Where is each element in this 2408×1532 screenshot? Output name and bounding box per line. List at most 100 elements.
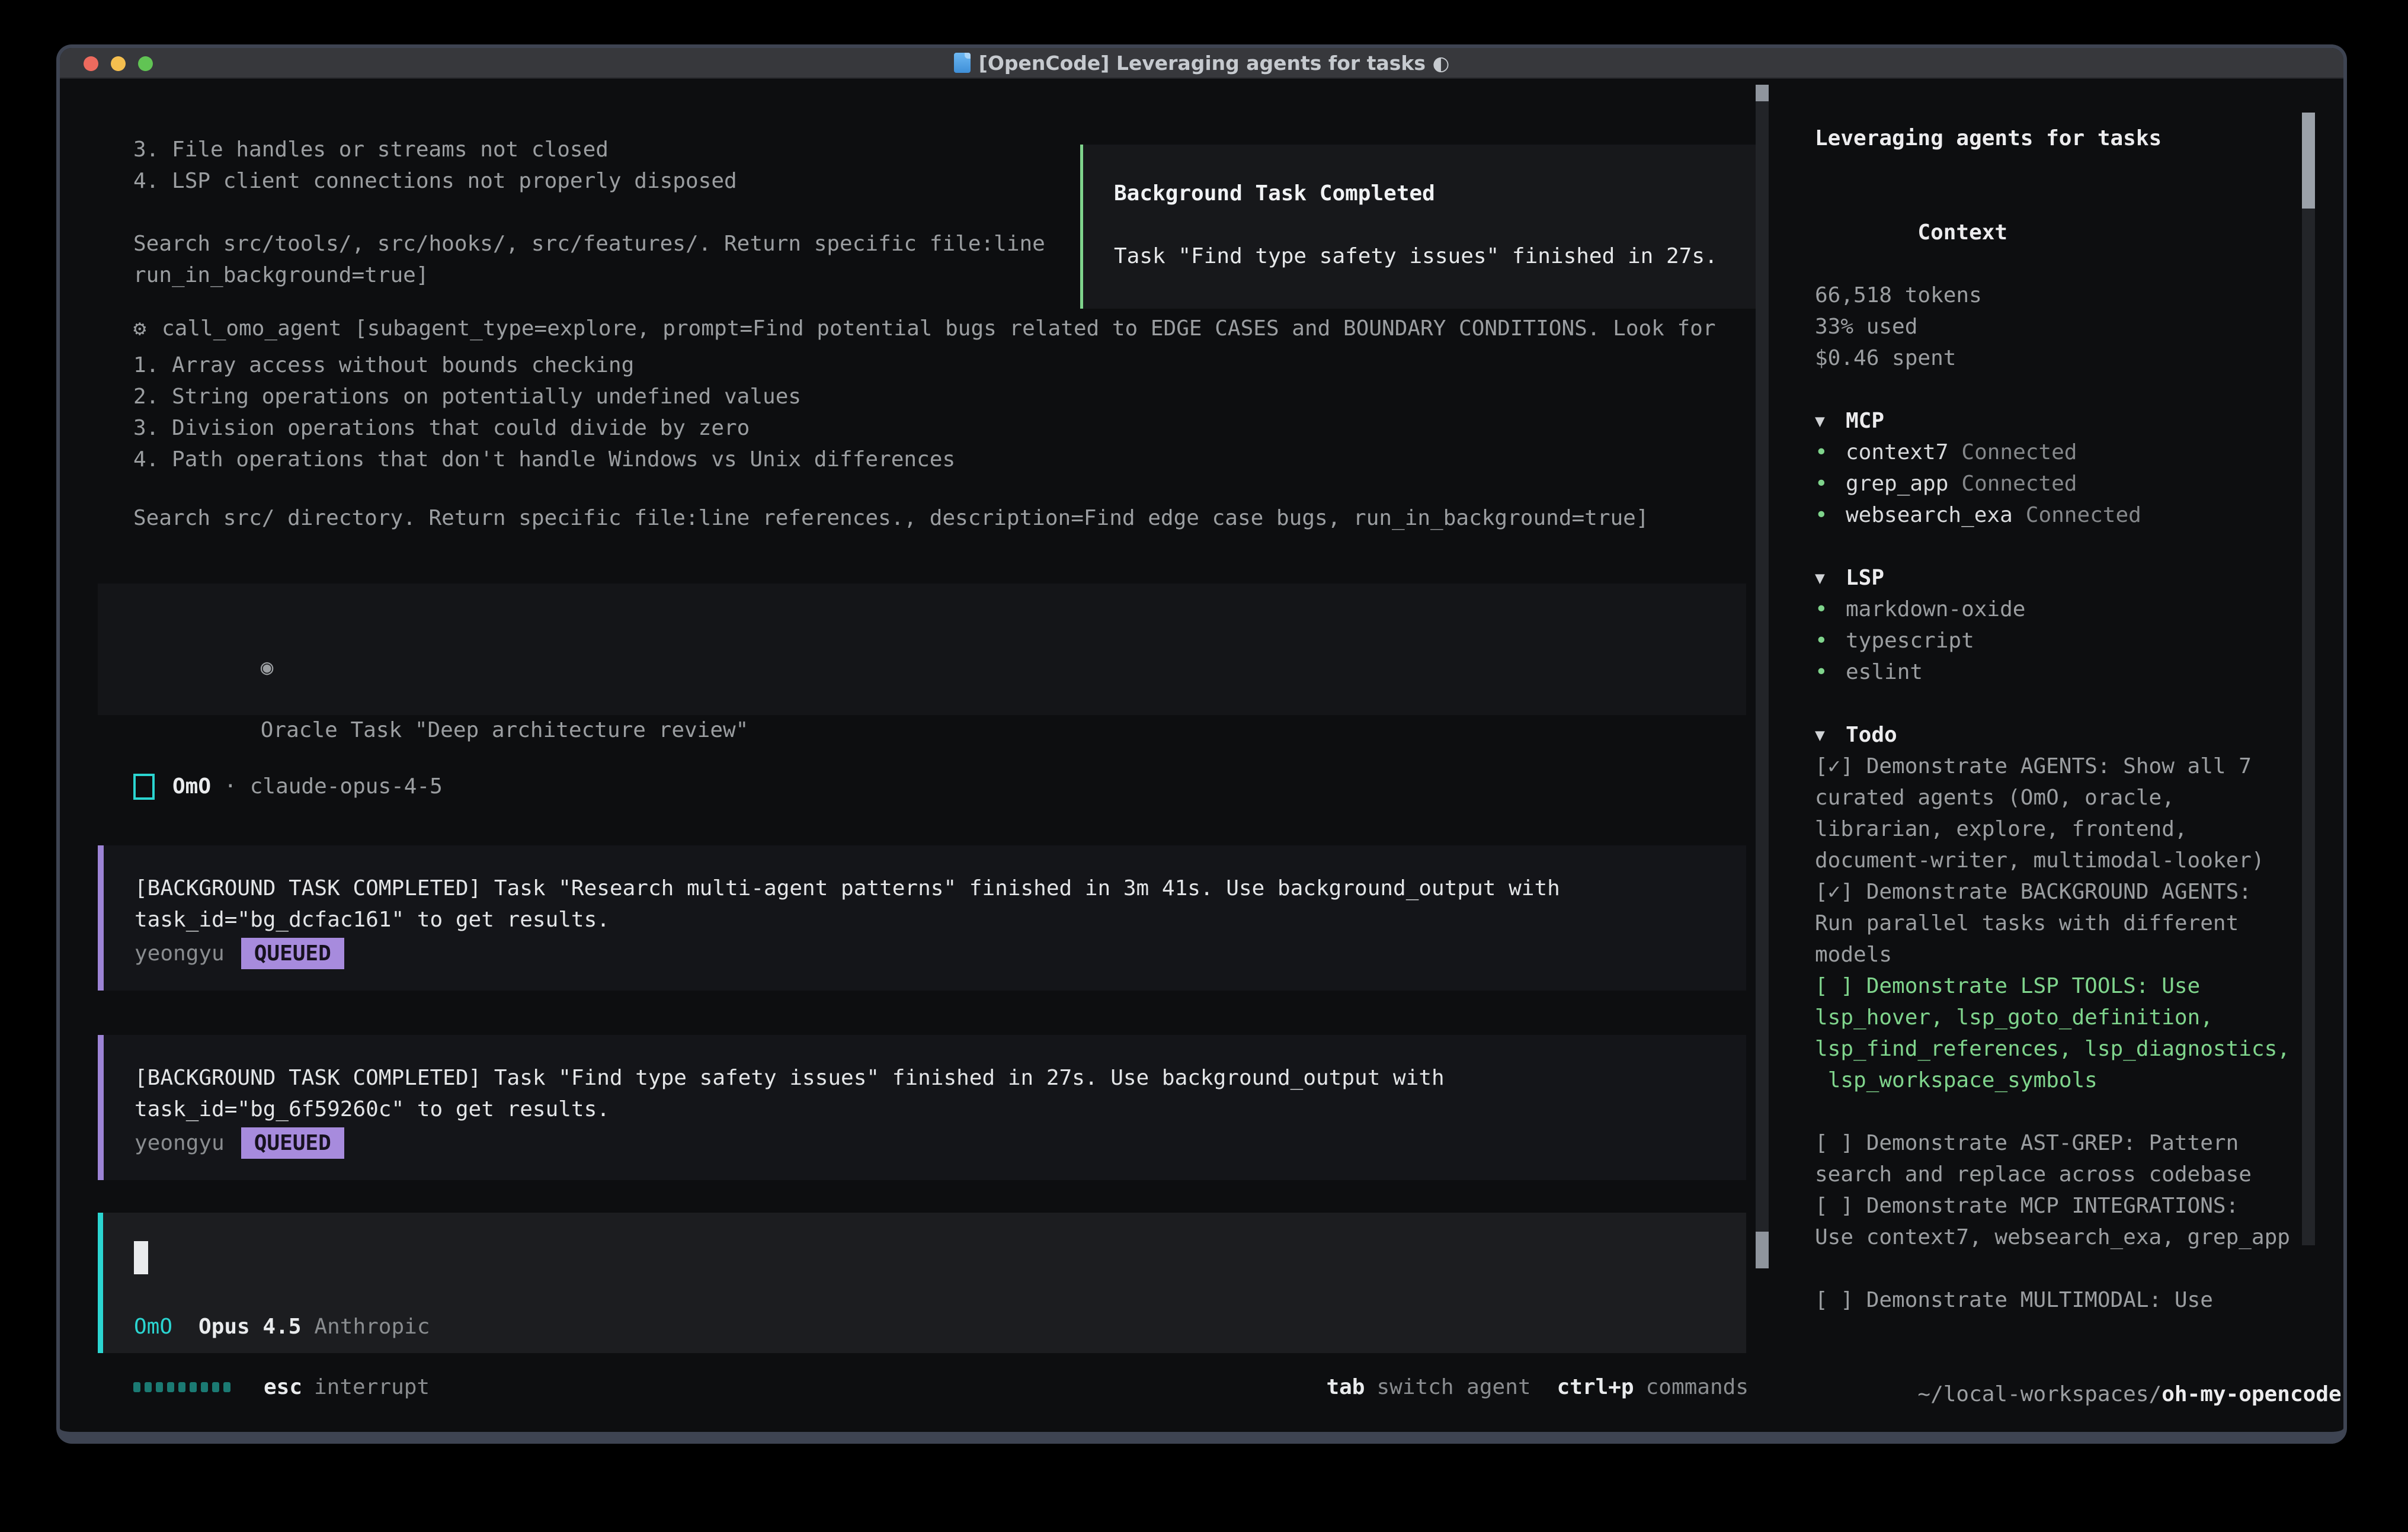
task-message-line2: task_id="bg_6f59260c" to get results. [135,1094,1746,1125]
mcp-item-name: websearch_exa [1846,499,2013,531]
prompt-input[interactable]: OmO Opus 4.5 Anthropic [98,1213,1746,1353]
window-title: [OpenCode] Leveraging agents for tasks ◐ [979,52,1450,75]
context-used: 33% used [1815,311,2343,342]
notification-title: Background Task Completed [1114,178,1758,209]
chevron-down-icon: ▼ [1815,405,1846,437]
main-scrollbar-thumb[interactable] [1756,1232,1769,1268]
task-message-line2: task_id="bg_dcfac161" to get results. [135,904,1746,935]
lsp-section-toggle[interactable]: ▼ LSP [1815,562,2343,594]
tab-key-label: switch agent [1376,1371,1530,1403]
spinner-dots [133,1382,230,1392]
task-author: yeongyu [135,1127,225,1159]
sidebar-scrollbar-thumb[interactable] [2302,113,2315,209]
tool-call-items: 1. Array access without bounds checking … [133,350,955,475]
input-provider-label: Anthropic [314,1311,430,1342]
workspace-path-prefix: ~/local-workspaces/ [1917,1382,2162,1406]
todo-item-pending: [ ] Demonstrate AST-GREP: Pattern search… [1815,1127,2343,1190]
chevron-down-icon: ▼ [1815,719,1846,751]
titlebar: [OpenCode] Leveraging agents for tasks ◐ [60,48,2343,79]
terminal-output-top: 3. File handles or streams not closed 4.… [133,134,1045,291]
oracle-task-title: Oracle Task "Deep architecture review" [261,718,749,742]
mcp-item-name: context7 [1846,437,1948,468]
main-scrollbar[interactable] [1756,85,1769,1268]
agent-model: claude-opus-4-5 [250,771,443,802]
tool-call-tail: Search src/ directory. Return specific f… [133,502,1649,534]
sidebar: Leveraging agents for tasks Context 66,5… [1772,80,2343,1432]
mcp-section-toggle[interactable]: ▼ MCP [1815,405,2343,437]
close-button[interactable] [84,56,98,71]
session-title: Leveraging agents for tasks [1815,123,2343,154]
context-heading: Context [1815,185,2343,280]
context-spent: $0.46 spent [1815,342,2343,374]
workspace-repo: oh-my-opencode: [2162,1382,2347,1406]
mcp-item: • grep_app Connected [1815,468,2343,499]
mcp-item-status: Connected [1961,468,2077,499]
oracle-task-panel: ◉ Oracle Task "Deep architecture review"… [98,584,1746,715]
workspace-path: ~/local-workspaces/oh-my-opencode: maste… [1815,1347,2343,1444]
app-window: [OpenCode] Leveraging agents for tasks ◐… [56,44,2347,1444]
mcp-item-name: grep_app [1846,468,1948,499]
todo-item-done: [✓] Demonstrate AGENTS: Show all 7 curat… [1815,751,2343,876]
traffic-lights [84,56,153,71]
sidebar-scrollbar[interactable] [2302,113,2315,1245]
esc-key-label: interrupt [314,1371,430,1403]
status-dot-icon: • [1815,656,1846,688]
mcp-item-status: Connected [2026,499,2141,531]
agent-icon [133,774,155,800]
tool-call-line: ⚙ call_omo_agent [subagent_type=explore,… [133,313,1716,344]
mcp-item: • websearch_exa Connected [1815,499,2343,531]
input-agent-label: OmO [134,1311,172,1342]
minimize-button[interactable] [111,56,126,71]
mcp-item: • context7 Connected [1815,437,2343,468]
mcp-item-status: Connected [1961,437,2077,468]
notification-body: Task "Find type safety issues" finished … [1114,241,1758,272]
notification-toast: Background Task Completed Task "Find typ… [1080,145,1761,309]
todo-item-active: [ ] Demonstrate LSP TOOLS: Use lsp_hover… [1815,970,2343,1096]
todo-section-toggle[interactable]: ▼ Todo [1815,719,2343,751]
lsp-item-name: markdown-oxide [1846,594,2025,625]
tool-call-text: call_omo_agent [subagent_type=explore, p… [162,313,1716,344]
agent-separator: · [224,771,237,802]
tab-key-hint: tab [1326,1371,1365,1403]
task-message-line1: [BACKGROUND TASK COMPLETED] Task "Find t… [135,1062,1746,1094]
task-message-line1: [BACKGROUND TASK COMPLETED] Task "Resear… [135,873,1746,904]
record-icon: ◉ [261,655,274,680]
lsp-item: • typescript [1815,625,2343,656]
zoom-button[interactable] [138,56,153,71]
main-scrollbar-thumb-top[interactable] [1756,85,1769,101]
todo-item-pending: [ ] Demonstrate MCP INTEGRATIONS: Use co… [1815,1190,2343,1253]
agent-name: OmO [172,771,211,802]
context-tokens: 66,518 tokens [1815,280,2343,311]
lsp-item-name: eslint [1846,656,1923,688]
todo-heading: Todo [1846,719,1897,751]
status-dot-icon: • [1815,499,1846,531]
terminal-main-pane: 3. File handles or streams not closed 4.… [60,80,1772,1432]
status-dot-icon: • [1815,594,1846,625]
agent-header: OmO · claude-opus-4-5 [133,771,443,802]
task-author: yeongyu [135,938,225,969]
lsp-item-name: typescript [1846,625,1974,656]
ctrlp-key-label: commands [1646,1371,1749,1403]
text-cursor [134,1241,148,1274]
input-model-label: Opus 4.5 [198,1311,301,1342]
esc-key-hint: esc [264,1371,302,1403]
status-dot-icon: • [1815,468,1846,499]
queued-badge: QUEUED [241,1127,344,1159]
lsp-item: • eslint [1815,656,2343,688]
status-dot-icon: • [1815,625,1846,656]
mcp-heading: MCP [1846,405,1884,437]
todo-item-pending: [ ] Demonstrate MULTIMODAL: Use [1815,1284,2343,1316]
gear-icon: ⚙ [133,313,162,344]
lsp-item: • markdown-oxide [1815,594,2343,625]
terminal-content: 3. File handles or streams not closed 4.… [60,80,2343,1432]
task-message: [BACKGROUND TASK COMPLETED] Task "Resear… [98,845,1746,991]
todo-item-done: [✓] Demonstrate BACKGROUND AGENTS: Run p… [1815,876,2343,970]
lsp-heading: LSP [1846,562,1884,594]
ctrlp-key-hint: ctrl+p [1557,1371,1634,1403]
chevron-down-icon: ▼ [1815,562,1846,594]
task-message: [BACKGROUND TASK COMPLETED] Task "Find t… [98,1035,1746,1180]
status-dot-icon: • [1815,437,1846,468]
status-bar: esc interrupt tab switch agent ctrl+p co… [133,1371,1749,1403]
document-icon [954,53,971,73]
queued-badge: QUEUED [241,938,344,969]
